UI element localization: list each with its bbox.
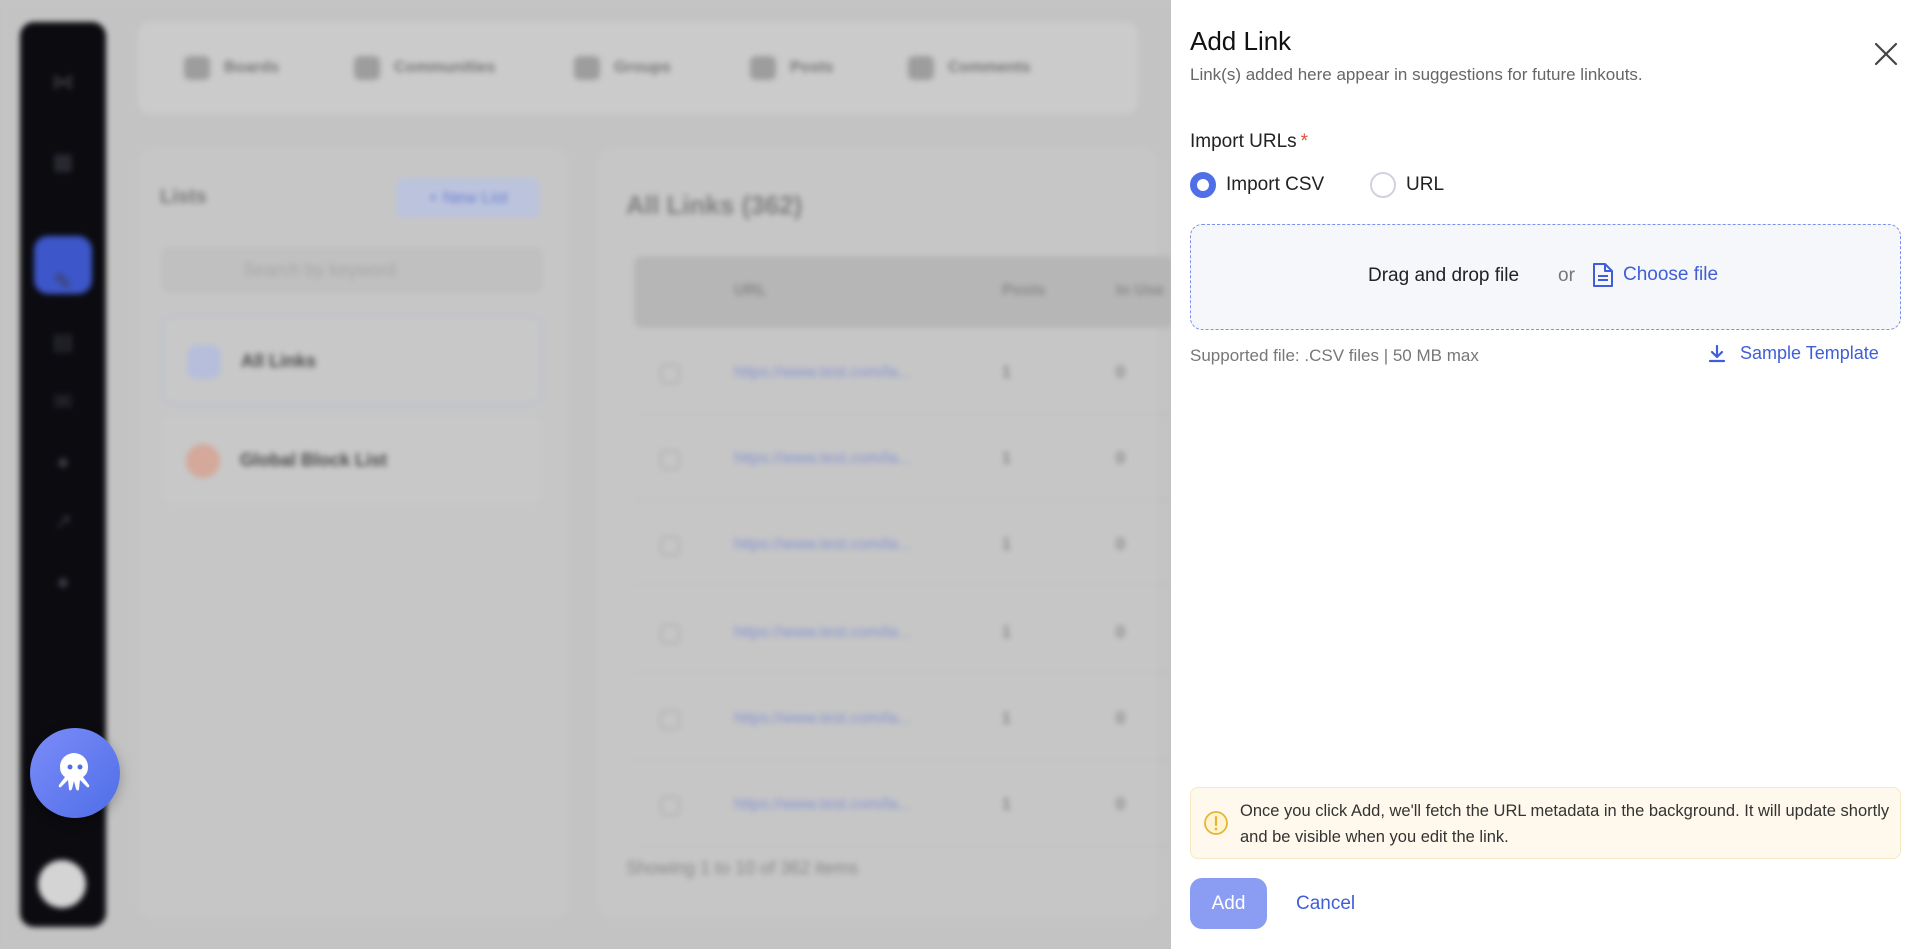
posts-icon xyxy=(750,56,776,80)
import-urls-text: Import URLs xyxy=(1190,131,1297,152)
tab-comments[interactable]: Comments xyxy=(908,56,1031,80)
row-posts: 1 xyxy=(1002,710,1011,727)
dashboard-icon[interactable]: ▦ xyxy=(49,148,77,176)
list-item[interactable]: Global Block List xyxy=(162,416,542,504)
notice-text: Once you click Add, we'll fetch the URL … xyxy=(1240,802,1890,846)
table-row[interactable]: https://www.test.com/la... 1 0 xyxy=(634,506,1174,586)
sample-template-label: Sample Template xyxy=(1740,343,1879,363)
doc-icon[interactable]: ▤ xyxy=(49,328,77,356)
new-list-button[interactable]: + New List xyxy=(396,178,540,218)
row-url[interactable]: https://www.test.com/la... xyxy=(734,710,911,728)
file-icon xyxy=(1593,263,1613,287)
lists-panel: Lists + New List Search by keyword All L… xyxy=(138,148,568,918)
radio-url[interactable]: URL xyxy=(1370,170,1444,200)
groups-icon xyxy=(574,56,600,80)
row-posts: 1 xyxy=(1002,624,1011,641)
row-checkbox[interactable] xyxy=(660,796,680,816)
row-in-use: 0 xyxy=(1116,624,1125,641)
search-input[interactable]: Search by keyword xyxy=(162,248,542,292)
row-in-use: 0 xyxy=(1116,796,1125,813)
gear-icon[interactable]: ● xyxy=(49,568,77,596)
radio-import-csv-label: Import CSV xyxy=(1226,174,1325,195)
row-posts: 1 xyxy=(1002,450,1011,467)
top-tabs: Boards Communities Groups Posts Comments xyxy=(138,22,1138,114)
radio-unselected-icon[interactable] xyxy=(1370,172,1396,198)
column-header[interactable]: URL xyxy=(734,282,767,300)
tab-posts[interactable]: Posts xyxy=(750,56,834,80)
list-item-label: Global Block List xyxy=(240,450,388,470)
octopus-icon xyxy=(58,753,90,791)
dropzone-or-text: or xyxy=(1558,265,1575,286)
list-item[interactable]: All Links xyxy=(162,316,542,404)
column-header[interactable]: In Use xyxy=(1116,282,1164,300)
list-icon xyxy=(187,345,221,379)
row-in-use: 0 xyxy=(1116,450,1125,467)
required-marker: * xyxy=(1300,131,1309,152)
links-panel: All Links (362) URL Posts In Use https:/… xyxy=(598,148,1174,918)
pagination-summary: Showing 1 to 10 of 362 items xyxy=(626,858,859,878)
row-url[interactable]: https://www.test.com/la... xyxy=(734,450,911,468)
row-checkbox[interactable] xyxy=(660,450,680,470)
file-dropzone[interactable]: Drag and drop file or Choose file xyxy=(1190,224,1901,330)
choose-file-label: Choose file xyxy=(1623,264,1719,285)
chart-icon[interactable]: ↗ xyxy=(49,508,77,536)
add-link-drawer: Add Link Link(s) added here appear in su… xyxy=(1171,0,1918,949)
communities-icon xyxy=(354,56,380,80)
info-notice: Once you click Add, we'll fetch the URL … xyxy=(1190,787,1901,859)
table-row[interactable]: https://www.test.com/la... 1 0 xyxy=(634,766,1174,846)
lists-title: Lists xyxy=(160,186,207,208)
row-url[interactable]: https://www.test.com/la... xyxy=(734,364,911,382)
drawer-subtitle: Link(s) added here appear in suggestions… xyxy=(1190,65,1643,84)
info-icon xyxy=(1204,811,1228,835)
tab-communities[interactable]: Communities xyxy=(354,56,495,80)
close-icon[interactable] xyxy=(1872,40,1900,68)
assistant-button[interactable] xyxy=(30,728,120,818)
boards-icon xyxy=(184,56,210,80)
supported-file-text: Supported file: .CSV files | 50 MB max xyxy=(1190,346,1479,365)
block-icon xyxy=(186,444,220,478)
row-posts: 1 xyxy=(1002,536,1011,553)
row-in-use: 0 xyxy=(1116,710,1125,727)
row-in-use: 0 xyxy=(1116,536,1125,553)
download-icon xyxy=(1708,344,1726,362)
row-in-use: 0 xyxy=(1116,364,1125,381)
row-posts: 1 xyxy=(1002,364,1011,381)
drawer-title: Add Link xyxy=(1190,26,1292,56)
row-checkbox[interactable] xyxy=(660,364,680,384)
table-header: URL Posts In Use xyxy=(634,256,1174,328)
logo-icon: ⋈ xyxy=(52,69,74,94)
import-urls-label: Import URLs * xyxy=(1190,131,1308,153)
mail-icon[interactable]: ✉ xyxy=(49,388,77,416)
choose-file-button[interactable]: Choose file xyxy=(1592,262,1718,288)
settings-icon[interactable]: ● xyxy=(49,448,77,476)
radio-selected-icon[interactable] xyxy=(1190,172,1216,198)
row-checkbox[interactable] xyxy=(660,710,680,730)
tab-groups[interactable]: Groups xyxy=(574,56,671,80)
row-url[interactable]: https://www.test.com/la... xyxy=(734,536,911,554)
avatar[interactable] xyxy=(38,860,86,908)
table-row[interactable]: https://www.test.com/la... 1 0 xyxy=(634,680,1174,760)
add-button[interactable]: Add xyxy=(1190,878,1267,929)
sample-template-link[interactable]: Sample Template xyxy=(1708,343,1879,364)
links-title: All Links (362) xyxy=(626,190,803,220)
table-row[interactable]: https://www.test.com/la... 1 0 xyxy=(634,420,1174,500)
row-url[interactable]: https://www.test.com/la... xyxy=(734,624,911,642)
row-posts: 1 xyxy=(1002,796,1011,813)
row-checkbox[interactable] xyxy=(660,536,680,556)
radio-url-label: URL xyxy=(1406,174,1445,195)
table-row[interactable]: https://www.test.com/la... 1 0 xyxy=(634,334,1174,414)
radio-import-csv[interactable]: Import CSV xyxy=(1190,170,1324,200)
comments-icon xyxy=(908,56,934,80)
tab-boards[interactable]: Boards xyxy=(184,56,279,80)
list-item-label: All Links xyxy=(241,351,317,371)
column-header[interactable]: Posts xyxy=(1002,282,1046,300)
dropzone-drag-text: Drag and drop file xyxy=(1368,265,1520,286)
row-url[interactable]: https://www.test.com/la... xyxy=(734,796,911,814)
row-checkbox[interactable] xyxy=(660,624,680,644)
cancel-button[interactable]: Cancel xyxy=(1296,878,1355,929)
tools-icon[interactable]: ✎ xyxy=(49,268,77,296)
table-row[interactable]: https://www.test.com/la... 1 0 xyxy=(634,594,1174,674)
